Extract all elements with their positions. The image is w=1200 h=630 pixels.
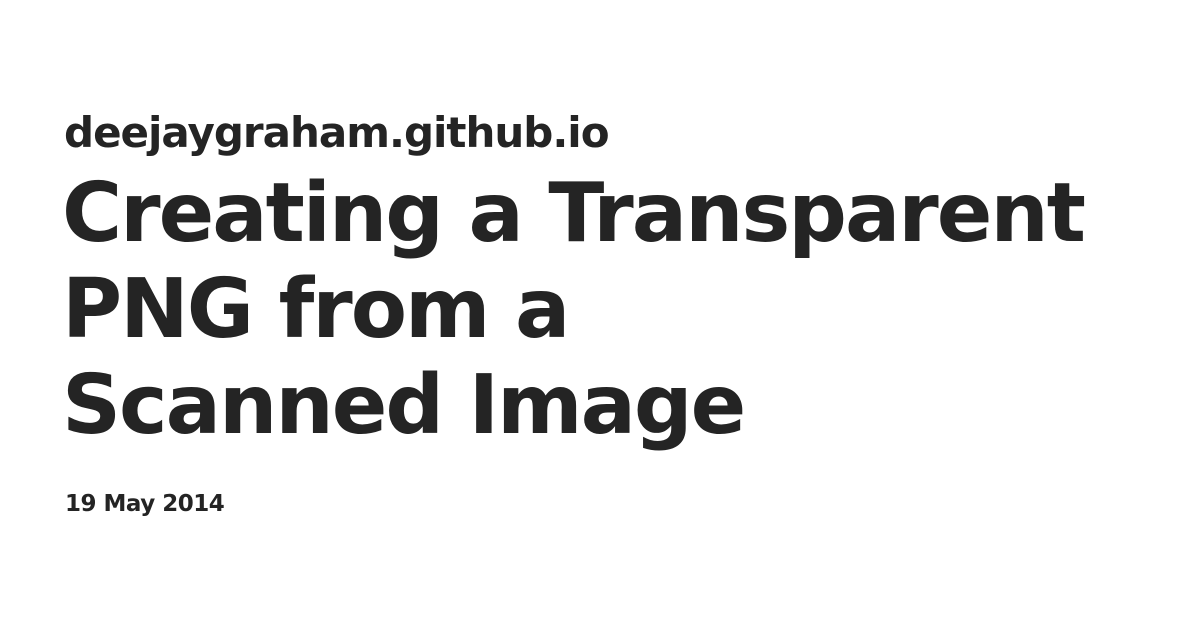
- post-title-line: Scanned Image: [62, 358, 746, 453]
- post-title: Creating a Transparent PNG from a Scanne…: [62, 166, 1142, 454]
- post-title-line: PNG from a: [62, 262, 570, 357]
- post-date: 19 May 2014: [65, 491, 225, 517]
- site-name: deejaygraham.github.io: [64, 108, 610, 157]
- social-preview-card: deejaygraham.github.io Creating a Transp…: [0, 0, 1200, 630]
- post-title-line: Creating a Transparent: [62, 166, 1086, 261]
